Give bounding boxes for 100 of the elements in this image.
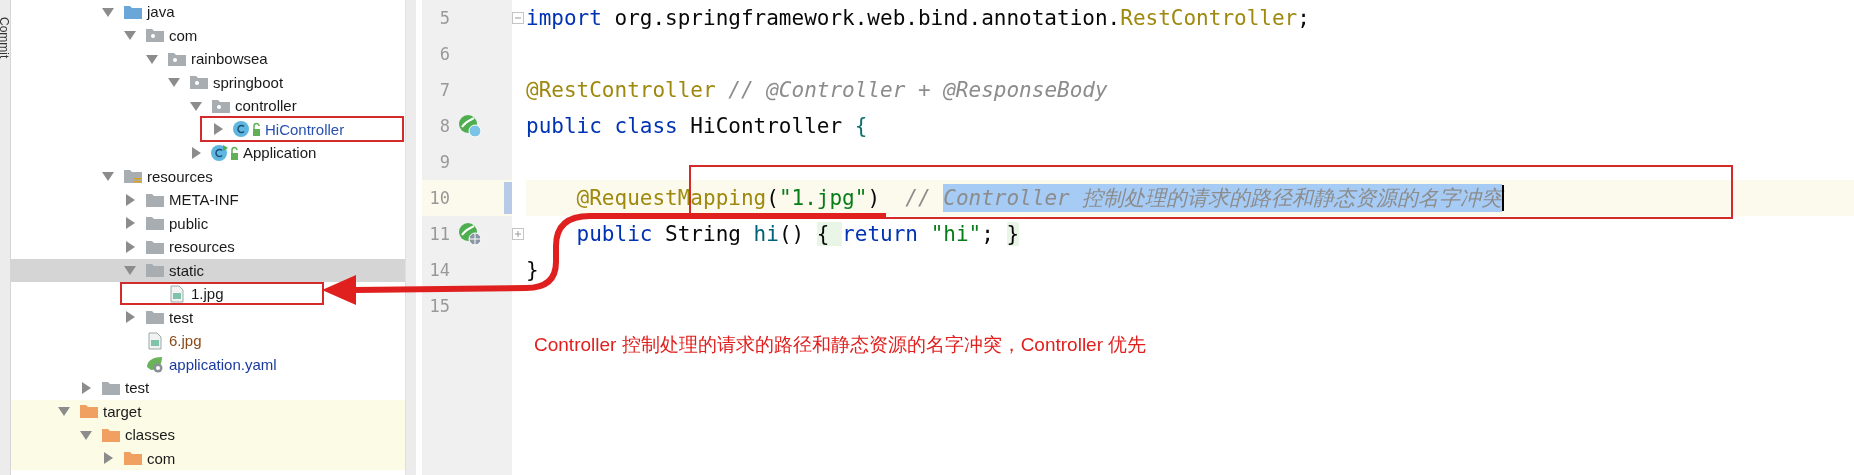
tree-row[interactable]: classes (11, 423, 405, 447)
tree-item-label: 6.jpg (169, 332, 202, 350)
code-token: { (854, 114, 868, 138)
tree-row[interactable]: Application (11, 141, 317, 165)
line-number: 11 (428, 224, 450, 244)
tree-item-label: rainbowsea (191, 50, 268, 68)
tree-item-label: controller (235, 97, 297, 115)
tree-row[interactable]: public (11, 211, 209, 235)
tree-row[interactable]: target (11, 399, 405, 423)
line-number: 10 (428, 188, 450, 208)
tree-item-label: META-INF (169, 191, 239, 209)
line-number: 6 (438, 44, 450, 64)
code-token: } (1006, 222, 1020, 246)
collapsed-arrow-icon[interactable] (123, 192, 137, 207)
collapsed-arrow-icon[interactable] (189, 145, 203, 160)
tool-window-tab[interactable]: Commit (0, 17, 10, 77)
tree-item-label: target (103, 402, 142, 420)
tree-item-label: HiController (265, 120, 345, 138)
code-token: // (905, 186, 932, 210)
tree-item-label: application.yaml (169, 355, 277, 373)
tree-item-label: 1.jpg (191, 285, 224, 303)
class-icon (211, 143, 239, 162)
tree-row[interactable]: com (11, 446, 405, 470)
resources-folder-icon (123, 167, 143, 186)
web-endpoint-icon[interactable] (457, 221, 483, 247)
code-token: org.springframework.web.bind.annotation. (613, 6, 1121, 30)
unfold-icon[interactable] (512, 228, 524, 240)
code-token: ) (867, 186, 882, 210)
package-icon (145, 26, 165, 45)
tree-row[interactable]: resources (11, 164, 213, 188)
tree-item-label: test (169, 308, 194, 326)
change-marker[interactable] (504, 182, 512, 214)
folder-icon (145, 261, 165, 280)
code-token: hi (753, 222, 779, 246)
package-icon (189, 73, 209, 92)
code-token: ; (981, 222, 995, 246)
folder-icon (145, 214, 165, 233)
tree-row[interactable]: 1.jpg (11, 282, 224, 306)
tree-item-label: Application (243, 144, 317, 162)
collapsed-arrow-icon[interactable] (79, 380, 93, 395)
tree-item-label: resources (169, 238, 235, 256)
code-token: public class (526, 114, 678, 138)
code-token: { (816, 222, 843, 246)
excluded-folder-icon (123, 449, 143, 468)
tree-item-label: springboot (213, 73, 284, 91)
tree-item-label: static (169, 261, 204, 279)
image-file-icon (167, 284, 187, 303)
line-number: 9 (438, 152, 450, 172)
bean-class-icon[interactable] (457, 113, 483, 139)
collapsed-arrow-icon[interactable] (123, 216, 137, 231)
folder-icon (145, 308, 165, 327)
code-token: String (664, 222, 742, 246)
tree-row[interactable]: application.yaml (11, 352, 277, 376)
line-number: 8 (438, 116, 450, 136)
code-token: RestController (1120, 6, 1298, 30)
tree-item-label: java (147, 3, 175, 21)
class-icon (233, 120, 261, 139)
excluded-folder-icon (79, 402, 99, 421)
code-token: ( (766, 186, 779, 210)
tree-item-label: classes (125, 426, 176, 444)
line-number: 14 (428, 260, 450, 280)
code-token: "1.jpg" (778, 186, 868, 210)
tree-row[interactable]: test (11, 305, 194, 329)
tree-row[interactable]: test (11, 376, 150, 400)
code-token: public (576, 222, 653, 246)
code-token: "hi" (930, 222, 982, 246)
code-token: } (526, 258, 539, 282)
collapsed-arrow-icon[interactable] (123, 310, 137, 325)
tree-row[interactable]: rainbowsea (11, 47, 268, 71)
tree-item-label: test (125, 379, 150, 397)
line-number: 15 (428, 296, 450, 316)
collapsed-arrow-icon[interactable] (211, 122, 225, 137)
fold-icon[interactable] (512, 12, 524, 24)
line-number: 7 (438, 80, 450, 100)
tree-row[interactable]: java (11, 0, 175, 24)
tree-row[interactable]: com (11, 23, 198, 47)
tree-row[interactable]: resources (11, 235, 235, 259)
line-number: 5 (438, 8, 450, 28)
scrollbar[interactable] (405, 0, 416, 475)
code-token: import (526, 6, 602, 30)
tree-row[interactable]: META-INF (11, 188, 239, 212)
annotation-note: Controller 控制处理的请求的路径和静态资源的名字冲突，Controller 优先 (533, 333, 1148, 357)
tree-item-label: public (169, 214, 209, 232)
collapsed-arrow-icon[interactable] (123, 239, 137, 254)
code-token: HiController (689, 114, 844, 138)
code-token: @RestController (526, 78, 716, 102)
collapsed-arrow-icon[interactable] (101, 451, 115, 466)
tree-row[interactable]: springboot (11, 70, 284, 94)
tree-item-label: resources (147, 167, 213, 185)
image-file-icon (145, 331, 165, 350)
code-token: ; (1297, 6, 1310, 30)
tree-row[interactable]: 6.jpg (11, 329, 202, 353)
tree-item-label: com (169, 26, 198, 44)
code-token: // @Controller + @ResponseBody (727, 78, 1108, 102)
code-token: return (842, 222, 919, 246)
tree-row[interactable]: HiController (11, 117, 345, 141)
tree-item-label: com (147, 449, 176, 467)
code-token: () (778, 222, 806, 246)
tree-row[interactable]: static (11, 258, 405, 282)
tree-row[interactable]: controller (11, 94, 297, 118)
